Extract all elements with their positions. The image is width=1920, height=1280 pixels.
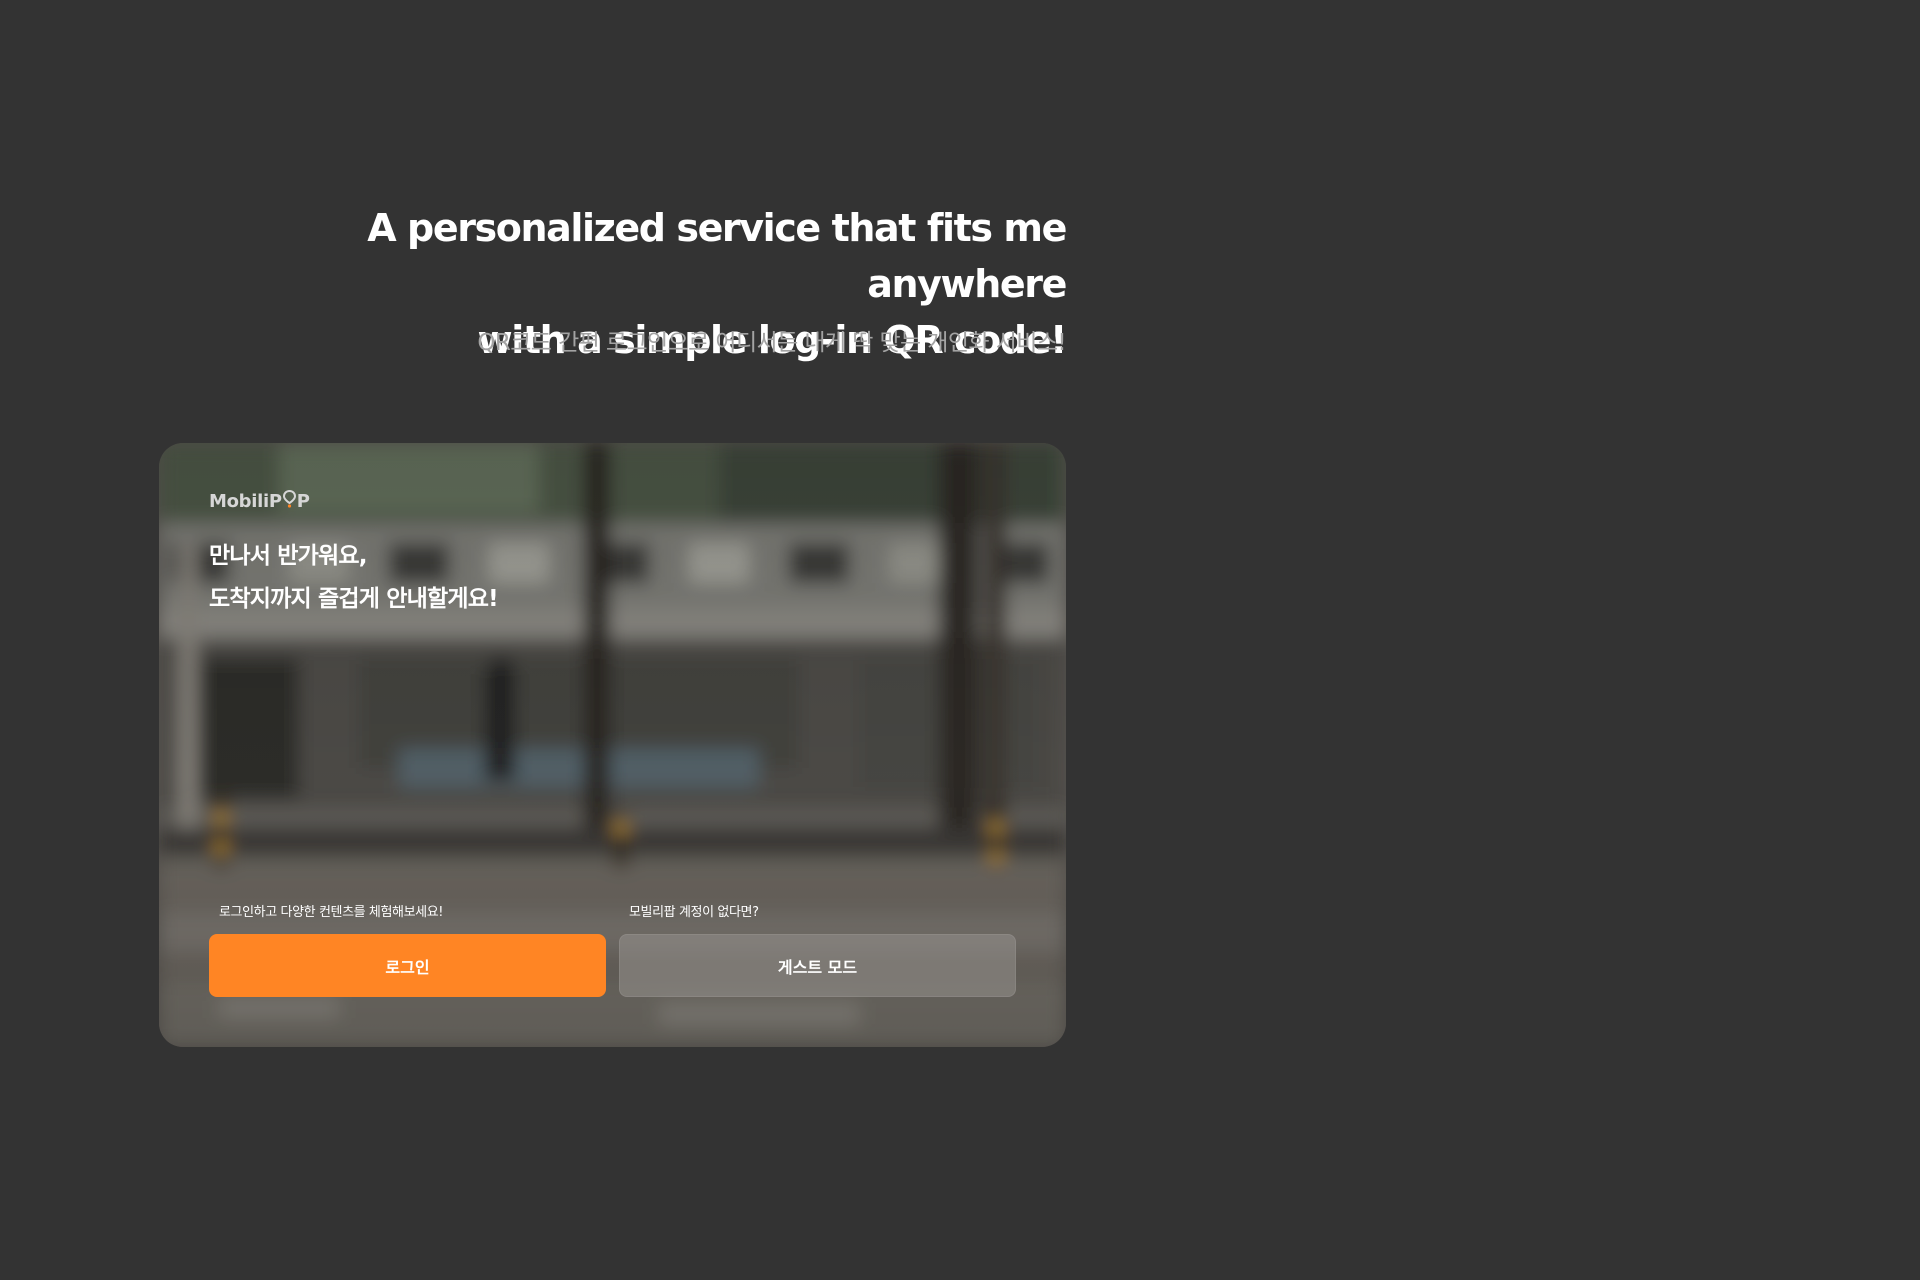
- guest-mode-button[interactable]: 게스트 모드: [619, 934, 1016, 997]
- subtitle: QR코드 간편 로그인으로 어디서든 내게 딱 맞는 개인화 서비스!: [477, 330, 1066, 356]
- logo-text-prefix: MobiliP: [209, 491, 282, 512]
- card-content: MobiliP P 만나서 반가워요, 도착지까지 즐겁게 안내할게요! 로그인…: [159, 443, 1066, 1047]
- welcome-line-1: 만나서 반가워요,: [209, 543, 367, 569]
- welcome-message: 만나서 반가워요, 도착지까지 즐겁게 안내할게요!: [209, 535, 499, 621]
- login-hint: 로그인하고 다양한 컨텐츠를 체험해보세요!: [219, 905, 444, 920]
- location-pin-icon: [282, 489, 296, 513]
- mobilipop-logo: MobiliP P: [209, 489, 310, 513]
- page: A personalized service that fits me anyw…: [0, 0, 1920, 1280]
- headline-line-1: A personalized service that fits me anyw…: [367, 206, 1067, 306]
- guest-hint: 모빌리팝 계정이 없다면?: [629, 905, 759, 920]
- login-card: MobiliP P 만나서 반가워요, 도착지까지 즐겁게 안내할게요! 로그인…: [159, 443, 1066, 1047]
- login-button[interactable]: 로그인: [209, 934, 606, 997]
- logo-text-suffix: P: [296, 491, 310, 512]
- welcome-line-2: 도착지까지 즐겁게 안내할게요!: [209, 586, 499, 612]
